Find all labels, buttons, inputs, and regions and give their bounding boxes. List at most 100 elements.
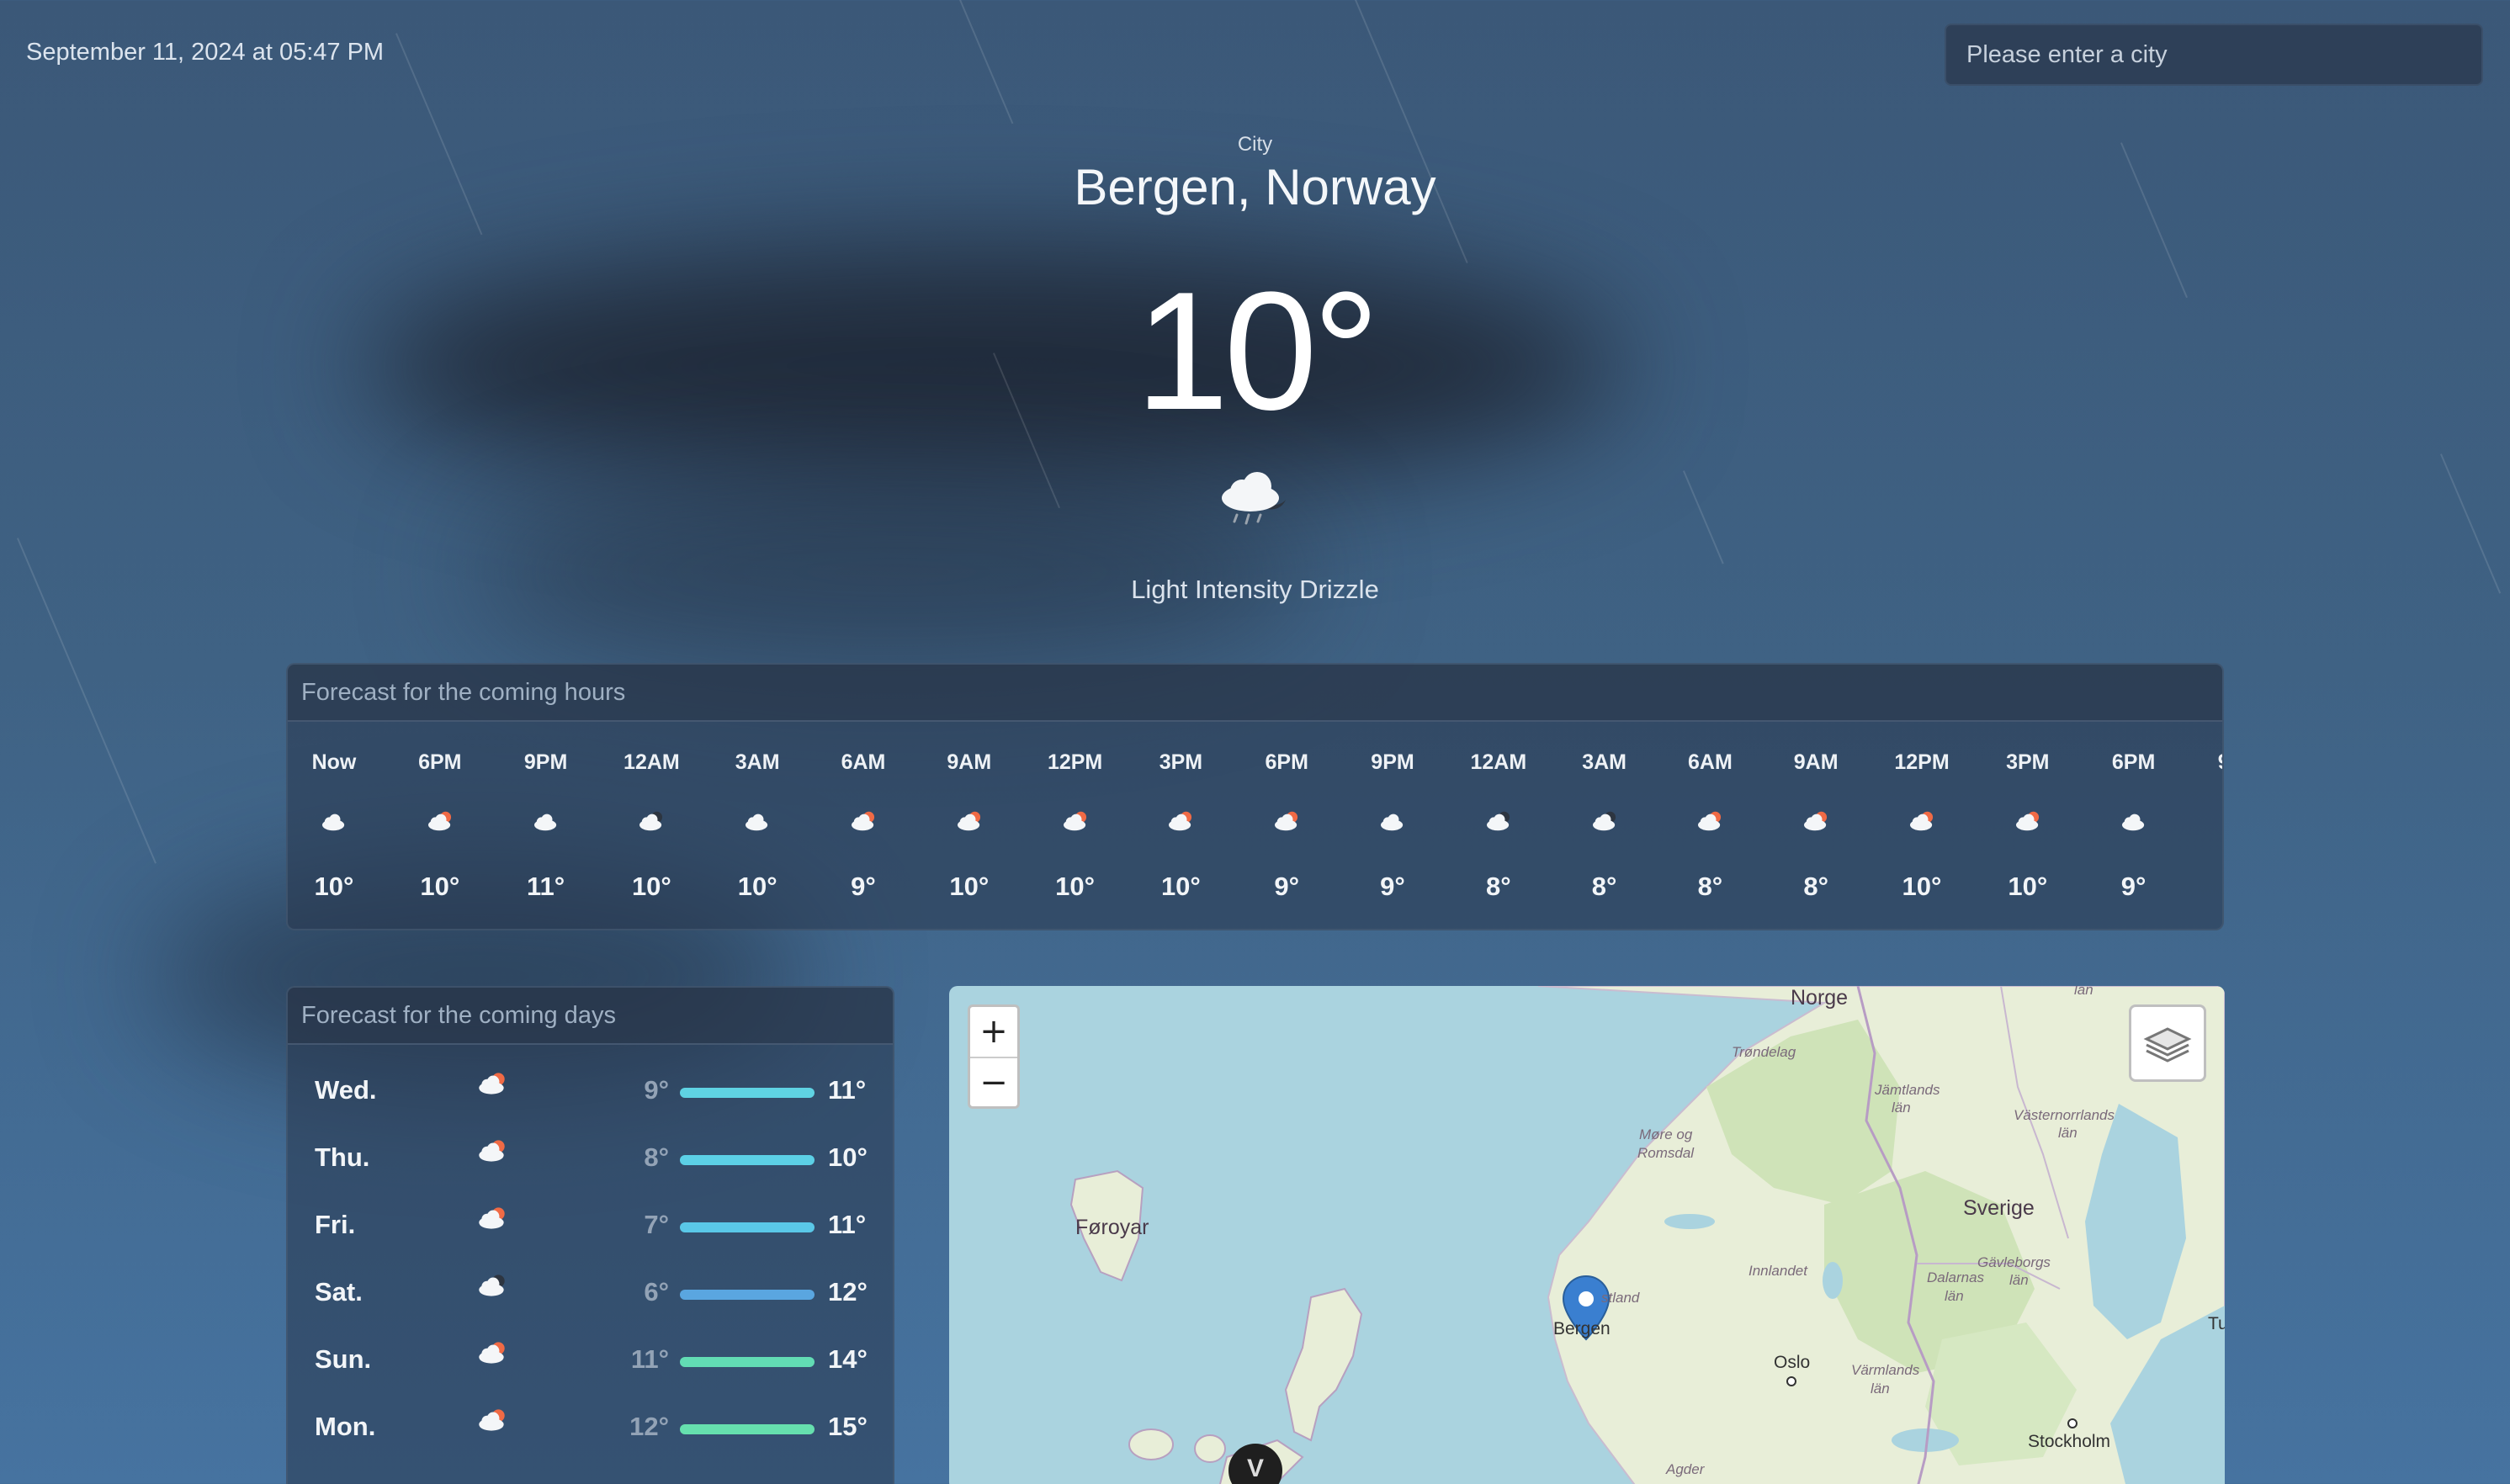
day-min-temperature: 7° xyxy=(644,1210,669,1239)
cloud-icon xyxy=(2121,814,2144,831)
map-label: Agder xyxy=(1666,1461,1705,1477)
map-label: Västernorrlands xyxy=(2014,1107,2115,1123)
cloud-moon-icon xyxy=(1486,811,1510,831)
cloud-icon xyxy=(322,814,345,831)
cloud-sun-icon xyxy=(1910,811,1934,831)
map-label: län xyxy=(2074,986,2093,998)
cloud-icon xyxy=(746,814,768,831)
hour-icon-wrap xyxy=(741,809,773,833)
hour-temperature: 10° xyxy=(631,872,671,901)
map-label: Trøndelag xyxy=(1732,1044,1796,1060)
current-datetime: September 11, 2024 at 05:47 PM xyxy=(26,39,385,66)
day-max-temperature: 14° xyxy=(828,1344,868,1374)
hour-time: 9AM xyxy=(1793,750,1839,774)
day-icon-wrap xyxy=(475,1407,510,1434)
day-name: Thu. xyxy=(315,1142,370,1172)
map-label: Norge xyxy=(1791,986,1849,1010)
hour-icon-wrap xyxy=(847,809,879,833)
hour-temperature: 10° xyxy=(1160,872,1201,901)
hour-icon-wrap xyxy=(1059,809,1091,833)
day-name: Sat. xyxy=(315,1277,363,1306)
cloud-sun-icon xyxy=(479,1207,505,1229)
day-forecast-row: Thu. 8° 10° xyxy=(288,1127,893,1195)
hour-time: 6PM xyxy=(418,750,462,774)
temperature-range-bar xyxy=(680,1088,815,1098)
hour-temperature: 10° xyxy=(314,872,354,901)
cloud-sun-icon xyxy=(479,1140,505,1162)
cloud-sun-icon xyxy=(852,811,875,831)
day-icon-wrap xyxy=(475,1339,510,1366)
day-forecast-row: Mon. 12° 15° xyxy=(288,1397,893,1464)
rain-streak xyxy=(2440,453,2502,594)
current-temperature: 10° xyxy=(1135,257,1379,445)
day-min-temperature: 9° xyxy=(644,1075,669,1105)
map-label: Värmlands xyxy=(1851,1362,1920,1378)
map-label: län xyxy=(2009,1272,2029,1288)
temperature-range-bar xyxy=(680,1222,815,1232)
cloud-sun-icon xyxy=(1698,811,1722,831)
hour-time: 6AM xyxy=(841,750,886,774)
zoom-out-button[interactable]: − xyxy=(970,1058,1017,1108)
hour-temperature: 10° xyxy=(1902,872,1942,901)
day-name: Mon. xyxy=(315,1412,376,1441)
hour-icon-wrap xyxy=(1165,809,1197,833)
hour-time: 12AM xyxy=(1470,750,1527,774)
hour-time: 3AM xyxy=(735,750,780,774)
hour-temperature: 9° xyxy=(851,872,876,901)
hour-temperature: 10° xyxy=(2008,872,2048,901)
hour-icon-wrap xyxy=(1800,809,1832,833)
map-label: Stockholm xyxy=(2028,1432,2111,1451)
map-label: Sverige xyxy=(1963,1196,2035,1220)
temperature-range-bar xyxy=(680,1424,815,1434)
hour-time: 9AM xyxy=(947,750,992,774)
cloud-icon xyxy=(1381,814,1404,831)
city-label: City xyxy=(1237,133,1273,156)
day-icon-wrap xyxy=(475,1272,510,1299)
day-min-temperature: 12° xyxy=(629,1412,669,1441)
hour-time: 9PM xyxy=(523,750,568,774)
hourly-forecast-title: Forecast for the coming hours xyxy=(288,665,2222,722)
temperature-range-bar xyxy=(680,1290,815,1300)
cloud-sun-icon xyxy=(1169,811,1192,831)
hour-icon-wrap xyxy=(2118,809,2150,833)
zoom-in-button[interactable]: + xyxy=(970,1007,1017,1058)
hourly-forecast-card: Forecast for the coming hours Now 10° 6PM 1… xyxy=(286,663,2224,930)
hourly-forecast-list[interactable]: Now 10° 6PM 10° 9PM 11° 12AM 10° 3AM 10° 6AM 9° 9AM 1… xyxy=(288,722,2224,929)
hour-temperature: 9° xyxy=(1274,872,1299,901)
day-name: Wed. xyxy=(315,1075,377,1105)
hour-icon-wrap xyxy=(1377,809,1409,833)
cloud-sun-icon xyxy=(1804,811,1828,831)
hour-icon-wrap xyxy=(530,809,562,833)
cloud-moon-icon xyxy=(1592,811,1616,831)
day-max-temperature: 11° xyxy=(828,1210,867,1239)
map-label: Dalarnas xyxy=(1927,1269,1985,1285)
hour-icon-wrap xyxy=(2223,809,2224,833)
daily-forecast-card: Forecast for the coming days Wed. 9° 11° Th… xyxy=(286,986,894,1484)
cloud-sun-icon xyxy=(1063,811,1086,831)
weather-condition: Light Intensity Drizzle xyxy=(1131,575,1379,604)
cloud-drizzle-night-icon xyxy=(1222,472,1286,525)
day-max-temperature: 10° xyxy=(828,1142,868,1172)
cloud-sun-icon xyxy=(479,1342,505,1364)
layers-icon xyxy=(2143,1027,2192,1063)
hour-temperature: 10° xyxy=(420,872,460,901)
day-max-temperature: 15° xyxy=(828,1412,868,1441)
hour-icon-wrap xyxy=(953,809,985,833)
map-label: Gävleborgs xyxy=(1977,1254,2051,1270)
map-label: län xyxy=(1871,1381,1890,1397)
location-map[interactable]: Norge Trøndelag län Jämtlands län Väster… xyxy=(949,986,2225,1484)
hour-temperature: 10° xyxy=(1055,872,1096,901)
map-label: Møre og xyxy=(1639,1126,1693,1142)
map-label: Føroyar xyxy=(1075,1216,1149,1239)
map-label: stland xyxy=(1601,1290,1640,1306)
hour-icon-wrap xyxy=(2012,809,2044,833)
map-layers-button[interactable] xyxy=(2129,1004,2206,1082)
map-label: Tu xyxy=(2208,1314,2225,1333)
cloud-backdrop xyxy=(471,471,1313,673)
cloud-sun-icon xyxy=(427,811,451,831)
city-search-input[interactable] xyxy=(1945,24,2483,86)
hour-time: 3AM xyxy=(1582,750,1626,774)
cloud-sun-icon xyxy=(1275,811,1298,831)
map-label: Romsdal xyxy=(1637,1145,1695,1161)
cloud-sun-icon xyxy=(479,1073,505,1094)
